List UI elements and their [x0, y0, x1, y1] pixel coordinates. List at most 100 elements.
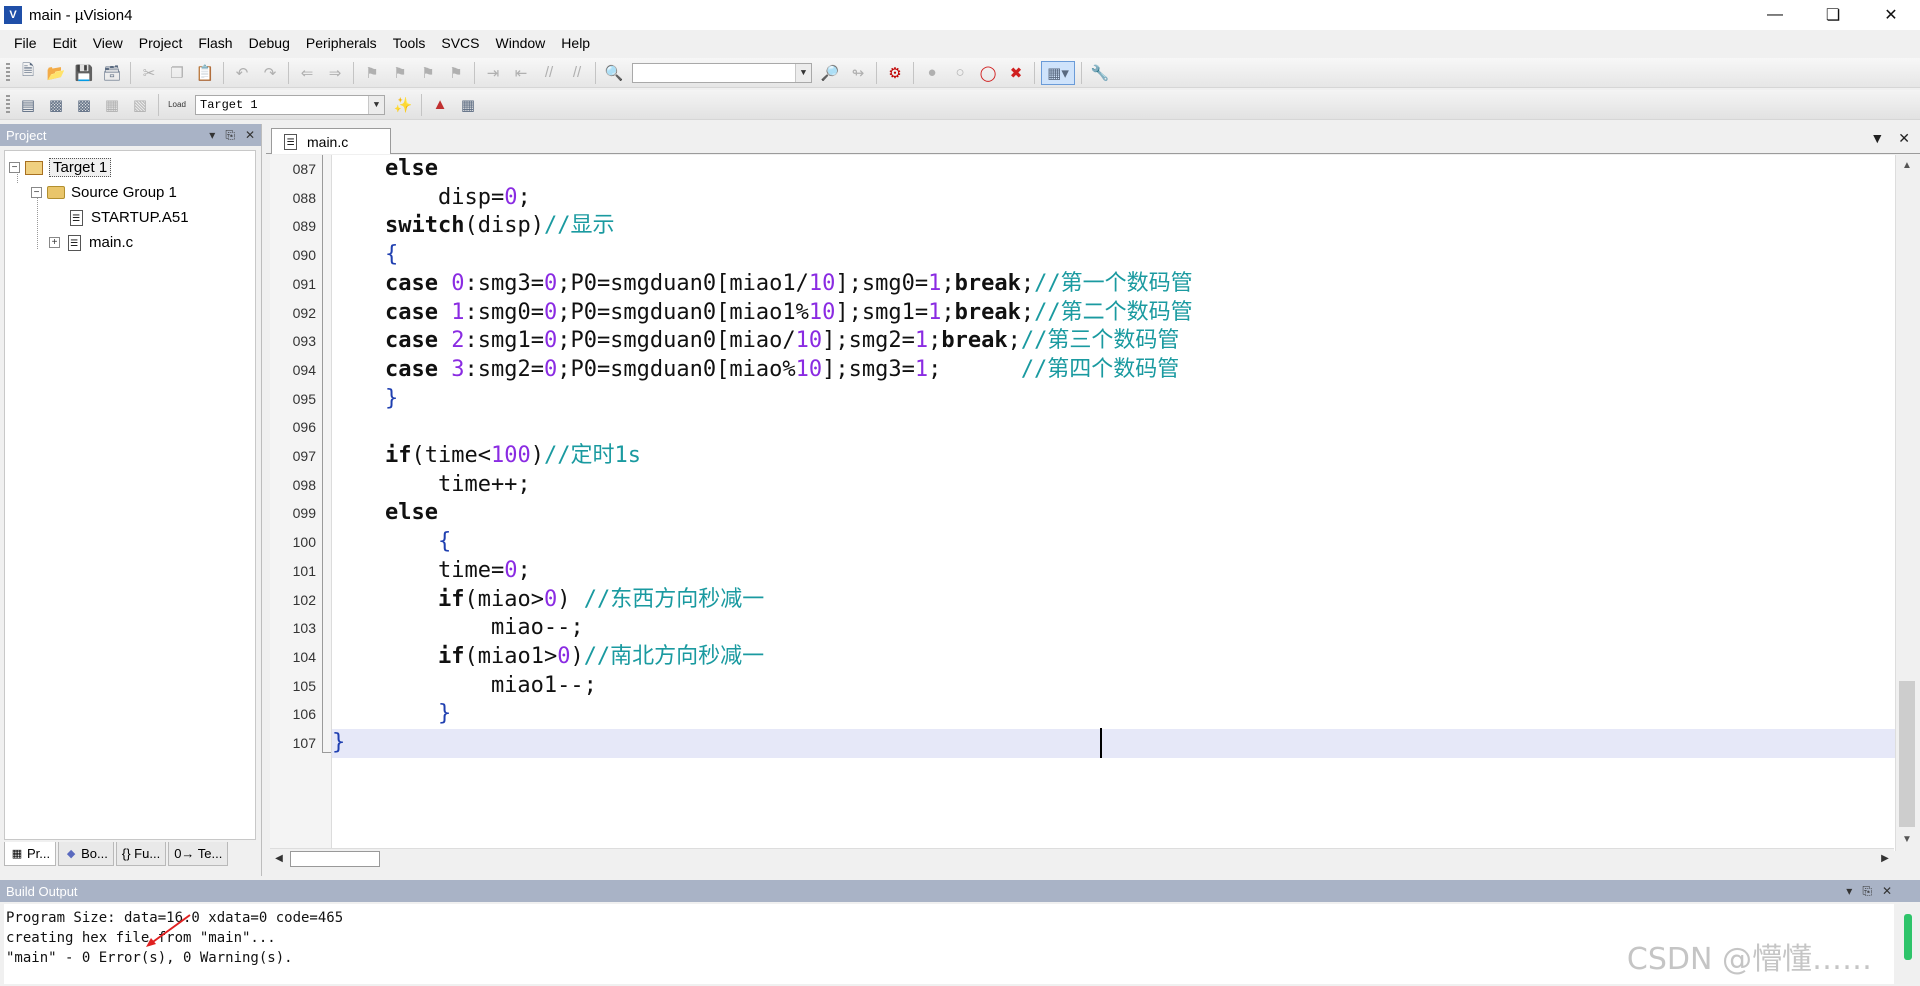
- panel-menu-icon[interactable]: ▾: [209, 128, 215, 142]
- find-in-files-icon[interactable]: 🔍: [602, 61, 626, 85]
- c-file-icon: ☰: [284, 133, 297, 150]
- menu-view[interactable]: View: [85, 35, 131, 51]
- incremental-find-icon[interactable]: ↬: [846, 61, 870, 85]
- navigate-forward-icon[interactable]: ⇒: [323, 61, 347, 85]
- editor-horizontal-scrollbar[interactable]: ◀ ▶: [270, 848, 1894, 868]
- scrollbar-thumb[interactable]: [1899, 681, 1915, 827]
- editor-tab-controls: ▼ ✕: [1870, 130, 1910, 147]
- uncomment-icon[interactable]: //: [565, 61, 589, 85]
- code-editor[interactable]: 087 088 089 090 091 092 093 094 095 096 097 098 099 1…: [270, 155, 1898, 851]
- close-icon[interactable]: ✕: [1898, 130, 1910, 147]
- unindent-icon[interactable]: ⇤: [509, 61, 533, 85]
- menu-debug[interactable]: Debug: [241, 35, 298, 51]
- stop-build-icon[interactable]: ▧: [128, 93, 152, 117]
- configure-icon[interactable]: 🔧: [1088, 61, 1112, 85]
- disable-breakpoint-icon[interactable]: ○: [948, 61, 972, 85]
- restore-button[interactable]: ❏: [1804, 0, 1862, 30]
- new-file-icon[interactable]: 🗎: [16, 61, 40, 85]
- load-icon[interactable]: Load: [165, 93, 189, 117]
- collapse-icon[interactable]: −: [31, 187, 42, 198]
- tree-item-source-group[interactable]: − Source Group 1: [5, 180, 255, 205]
- prev-bookmark-icon[interactable]: ⚑: [388, 61, 412, 85]
- cut-icon[interactable]: ✂: [137, 61, 161, 85]
- panel-menu-icon[interactable]: ▾: [1846, 884, 1852, 898]
- chevron-down-icon[interactable]: ▼: [795, 63, 811, 82]
- code-line: switch(disp)//显示: [384, 213, 615, 239]
- pin-icon[interactable]: ⎘: [225, 128, 235, 143]
- window-layout-icon[interactable]: ▦▾: [1041, 60, 1075, 85]
- menu-edit[interactable]: Edit: [45, 35, 85, 51]
- disable-all-breakpoints-icon[interactable]: ◯: [976, 61, 1000, 85]
- scroll-left-icon[interactable]: ◀: [270, 849, 288, 869]
- code-area[interactable]: else disp=0; switch(disp)//显示 { case 0:s…: [332, 155, 1898, 851]
- indent-icon[interactable]: ⇥: [481, 61, 505, 85]
- build-output-scrollbar[interactable]: [1898, 904, 1920, 984]
- clear-bookmarks-icon[interactable]: ⚑: [444, 61, 468, 85]
- scrollbar-thumb[interactable]: [1904, 914, 1912, 960]
- copy-icon[interactable]: ❐: [165, 61, 189, 85]
- menu-svcs[interactable]: SVCS: [433, 35, 487, 51]
- breakpoint-icon[interactable]: ●: [920, 61, 944, 85]
- editor-vertical-scrollbar[interactable]: ▲ ▼: [1895, 155, 1919, 851]
- tree-item-target[interactable]: − Target 1: [5, 155, 255, 180]
- close-icon[interactable]: ✕: [1882, 884, 1892, 898]
- tab-templates[interactable]: 0→ Te...: [168, 842, 229, 866]
- chevron-down-icon[interactable]: ▼: [368, 95, 384, 114]
- rebuild-icon[interactable]: ▩: [72, 93, 96, 117]
- build-output-header: Build Output ▾ ⎘ ✕: [0, 880, 1920, 902]
- line-number: 107: [292, 735, 316, 751]
- translate-icon[interactable]: ▤: [16, 93, 40, 117]
- scroll-down-icon[interactable]: ▼: [1896, 829, 1918, 849]
- scroll-right-icon[interactable]: ▶: [1876, 849, 1894, 869]
- kill-all-breakpoints-icon[interactable]: ✖: [1004, 61, 1028, 85]
- menu-flash[interactable]: Flash: [190, 35, 240, 51]
- scroll-up-icon[interactable]: ▲: [1896, 155, 1918, 175]
- menu-tools[interactable]: Tools: [385, 35, 434, 51]
- target-options-icon[interactable]: ✨: [391, 93, 415, 117]
- batch-build-icon[interactable]: ▦: [100, 93, 124, 117]
- menu-project[interactable]: Project: [131, 35, 191, 51]
- close-icon[interactable]: ✕: [245, 128, 255, 142]
- close-button[interactable]: ✕: [1862, 0, 1920, 30]
- tab-list-icon[interactable]: ▼: [1870, 130, 1884, 147]
- project-tab-icon: ▦: [11, 847, 23, 860]
- line-number: 094: [292, 361, 316, 378]
- menu-help[interactable]: Help: [553, 35, 598, 51]
- bookmark-icon[interactable]: ⚑: [360, 61, 384, 85]
- open-folder-icon[interactable]: 📂: [44, 61, 68, 85]
- panel-header-buttons: ▾ ⎘ ✕: [1846, 880, 1892, 902]
- target-select[interactable]: Target 1 ▼: [195, 94, 385, 115]
- minimize-button[interactable]: —: [1746, 0, 1804, 30]
- collapse-icon[interactable]: −: [9, 162, 20, 173]
- comment-icon[interactable]: //: [537, 61, 561, 85]
- tree-item-main-c[interactable]: + ☰ main.c: [5, 230, 255, 255]
- debug-session-icon[interactable]: ⚙: [883, 61, 907, 85]
- undo-icon[interactable]: ↶: [230, 61, 254, 85]
- manage-components-icon[interactable]: ▲: [428, 93, 452, 117]
- tab-main-c[interactable]: ☰ main.c: [271, 128, 391, 154]
- scrollbar-thumb[interactable]: [290, 851, 380, 867]
- pin-icon[interactable]: ⎘: [1862, 884, 1872, 899]
- save-icon[interactable]: 💾: [72, 61, 96, 85]
- build-output-text[interactable]: Program Size: data=16.0 xdata=0 code=465…: [4, 904, 1894, 984]
- build-icon[interactable]: ▩: [44, 93, 68, 117]
- toolbar-grip[interactable]: [6, 94, 10, 115]
- tab-books[interactable]: ◆ Bo...: [58, 842, 114, 866]
- tab-project[interactable]: ▦ Pr...: [4, 842, 57, 866]
- toolbar-grip[interactable]: [6, 62, 10, 83]
- redo-icon[interactable]: ↷: [258, 61, 282, 85]
- find-combo[interactable]: ▼: [632, 62, 812, 83]
- navigate-back-icon[interactable]: ⇐: [295, 61, 319, 85]
- expand-icon[interactable]: +: [49, 237, 60, 248]
- tab-functions[interactable]: {} Fu...: [115, 842, 167, 866]
- tree-item-startup[interactable]: ☰ STARTUP.A51: [5, 205, 255, 230]
- menu-file[interactable]: File: [6, 35, 45, 51]
- tab-label: 0→ Te...: [174, 846, 223, 861]
- menu-window[interactable]: Window: [488, 35, 554, 51]
- next-bookmark-icon[interactable]: ⚑: [416, 61, 440, 85]
- menu-peripherals[interactable]: Peripherals: [298, 35, 385, 51]
- paste-icon[interactable]: 📋: [193, 61, 217, 85]
- find-icon[interactable]: 🔎: [818, 61, 842, 85]
- select-packs-icon[interactable]: ▦: [456, 93, 480, 117]
- save-all-icon[interactable]: 🗃: [100, 61, 124, 85]
